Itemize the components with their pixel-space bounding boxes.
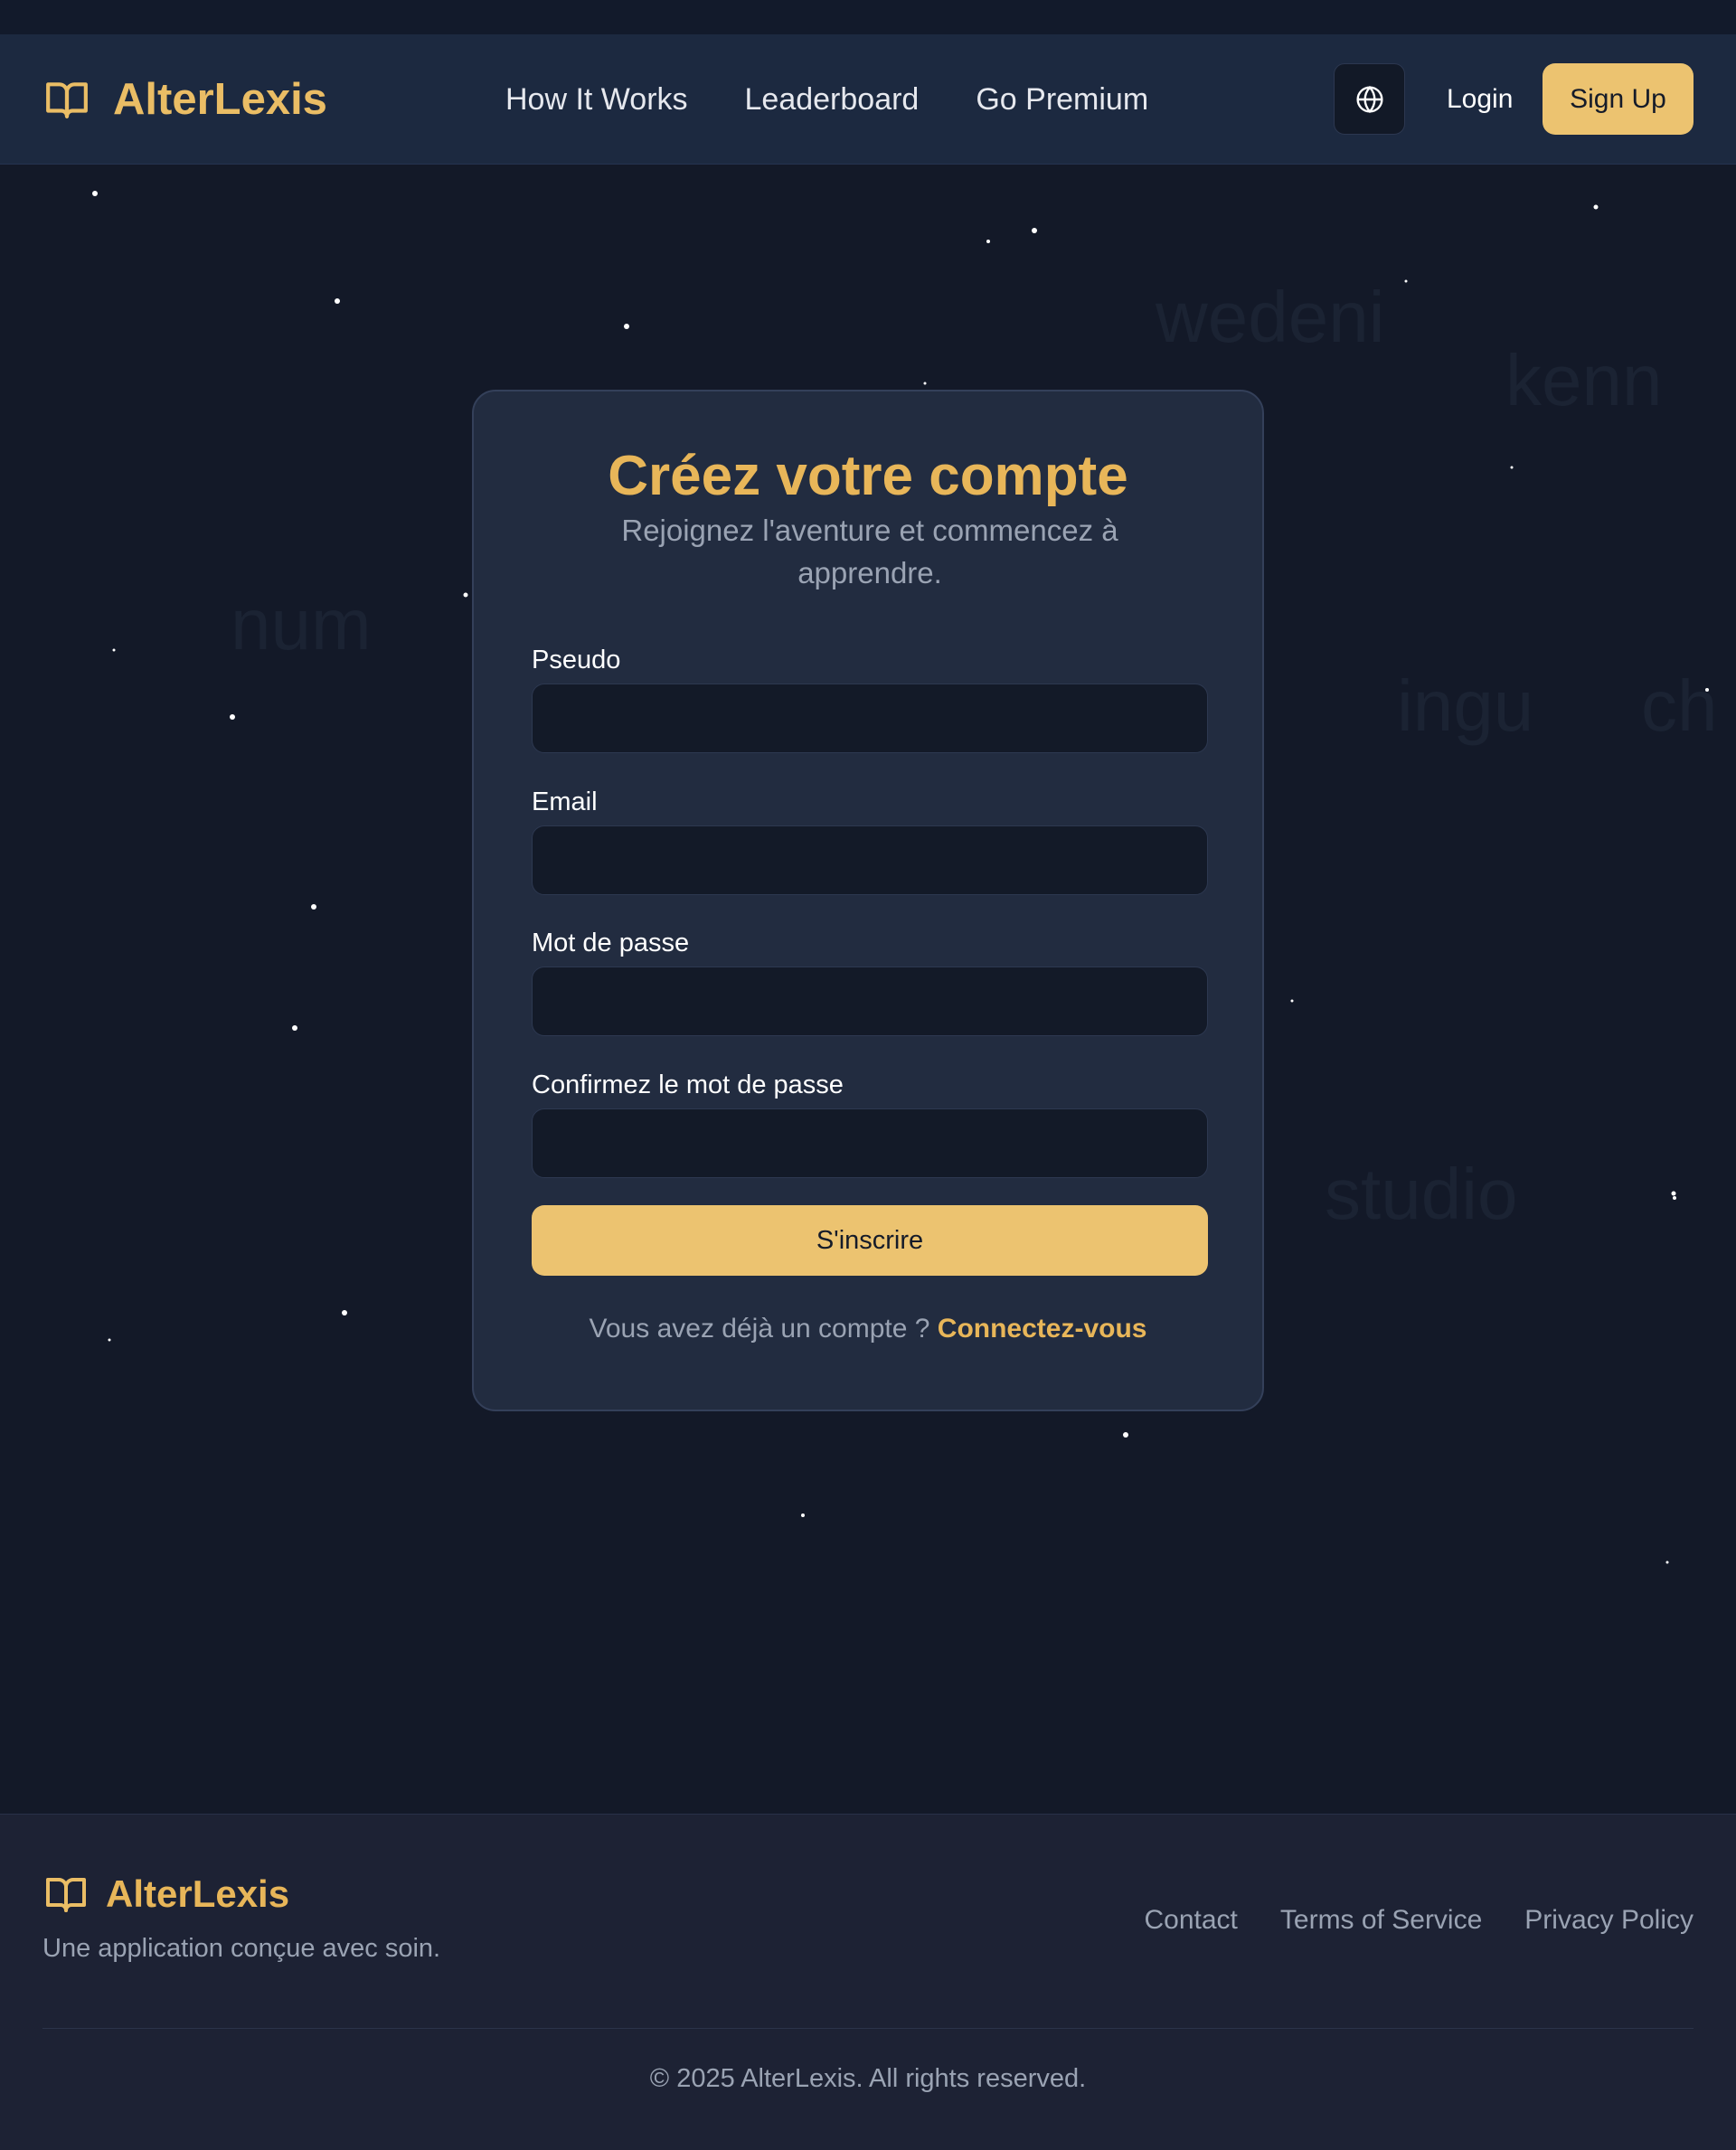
footer-link-privacy[interactable]: Privacy Policy — [1524, 1905, 1694, 1936]
background-word: studio — [1325, 1154, 1518, 1234]
nav-link-leaderboard[interactable]: Leaderboard — [745, 82, 920, 118]
login-prompt-link[interactable]: Connectez-vous — [938, 1314, 1147, 1344]
background-word: ingu — [1397, 665, 1534, 746]
copyright: © 2025 AlterLexis. All rights reserved. — [649, 2064, 1087, 2093]
signup-card: Créez votre compte Rejoignez l'aventure … — [472, 390, 1264, 1411]
password-input[interactable] — [532, 967, 1208, 1036]
navbar: AlterLexis How It Works Leaderboard Go P… — [0, 34, 1736, 165]
brand-name: AlterLexis — [113, 75, 327, 124]
register-button[interactable]: S'inscrire — [532, 1205, 1208, 1276]
confirm-password-label: Confirmez le mot de passe — [532, 1070, 844, 1099]
form-subtitle: Rejoignez l'aventure et commencez à appr… — [621, 514, 1118, 589]
confirm-password-input[interactable] — [532, 1108, 1208, 1178]
open-book-icon — [46, 82, 88, 118]
pseudo-label: Pseudo — [532, 646, 621, 674]
email-input[interactable] — [532, 825, 1208, 895]
globe-icon — [1355, 85, 1383, 113]
email-label: Email — [532, 787, 598, 816]
nav-link-how-it-works[interactable]: How It Works — [505, 82, 688, 118]
login-prompt-text: Vous avez déjà un compte ? — [589, 1314, 930, 1344]
form-title: Créez votre compte — [608, 445, 1128, 507]
footer-link-terms[interactable]: Terms of Service — [1280, 1905, 1482, 1936]
footer-link-contact[interactable]: Contact — [1145, 1905, 1238, 1936]
signup-button[interactable]: Sign Up — [1543, 63, 1694, 135]
footer: AlterLexis Une application conçue avec s… — [0, 1814, 1736, 2150]
nav-link-go-premium[interactable]: Go Premium — [976, 82, 1148, 118]
top-strip — [0, 0, 1736, 34]
pseudo-input[interactable] — [532, 684, 1208, 753]
footer-tagline: Une application conçue avec soin. — [42, 1934, 441, 1963]
language-button[interactable] — [1334, 63, 1405, 135]
footer-divider — [42, 2028, 1694, 2029]
open-book-icon — [46, 1878, 86, 1912]
background-word: kenn — [1505, 340, 1663, 420]
brand-logo[interactable]: AlterLexis — [42, 34, 327, 165]
footer-brand-name: AlterLexis — [106, 1872, 290, 1915]
main-nav: How It Works Leaderboard Go Premium — [505, 34, 1148, 165]
login-link[interactable]: Login — [1447, 34, 1513, 165]
login-prompt: Vous avez déjà un compte ? Connectez-vou… — [474, 1314, 1262, 1344]
footer-links: Contact Terms of Service Privacy Policy — [1145, 1905, 1694, 1936]
footer-brand[interactable]: AlterLexis — [42, 1872, 289, 1916]
background-word: wedeni — [1156, 277, 1385, 357]
background-word: ch — [1641, 665, 1718, 746]
password-label: Mot de passe — [532, 929, 690, 957]
background-word: num — [231, 584, 372, 665]
